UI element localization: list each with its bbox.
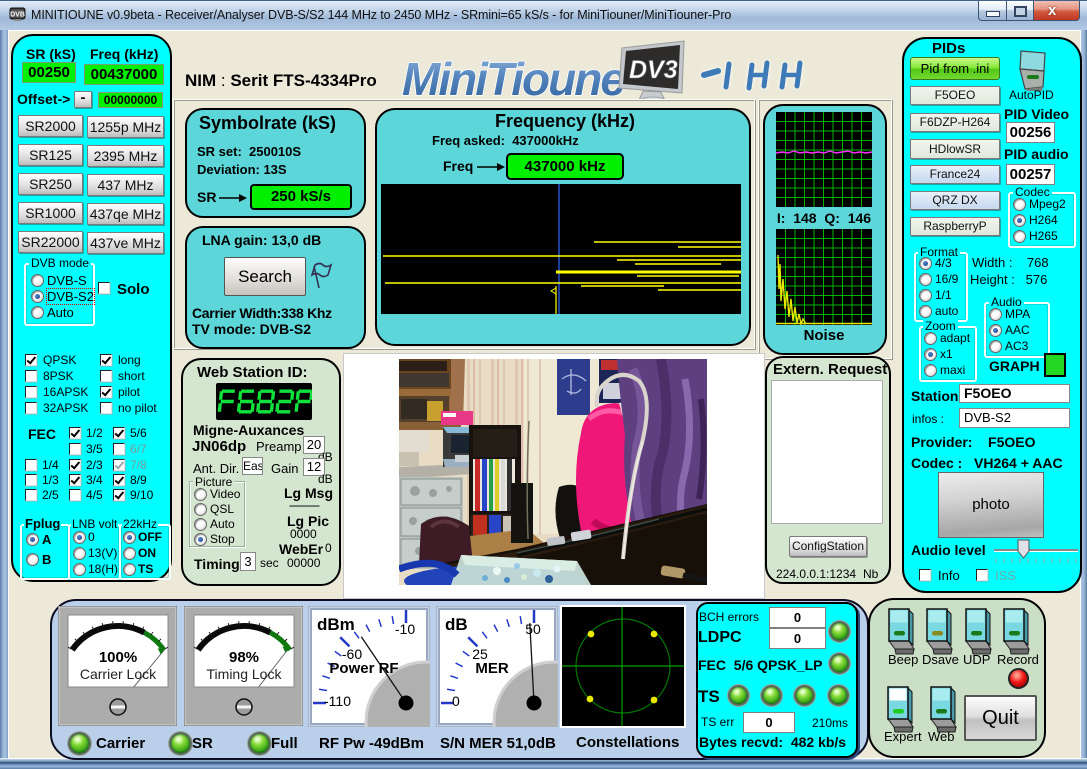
svg-text:100%: 100% (99, 649, 137, 666)
svg-text:DVB: DVB (10, 12, 25, 19)
svg-text:Timing Lock: Timing Lock (207, 666, 283, 682)
svg-text:0: 0 (452, 693, 460, 709)
svg-text:98%: 98% (229, 649, 259, 666)
svg-text:Carrier Lock: Carrier Lock (80, 666, 157, 682)
svg-text:-110: -110 (324, 693, 351, 709)
svg-text:DV3: DV3 (629, 56, 678, 84)
svg-text:MER: MER (475, 660, 509, 677)
svg-text:Power RF: Power RF (329, 660, 398, 677)
svg-text:50: 50 (525, 621, 541, 637)
svg-text:dB: dB (445, 615, 468, 634)
svg-text:dBm: dBm (317, 615, 355, 634)
svg-text:MiniTioune: MiniTioune (402, 53, 625, 105)
svg-text:-10: -10 (395, 621, 415, 637)
